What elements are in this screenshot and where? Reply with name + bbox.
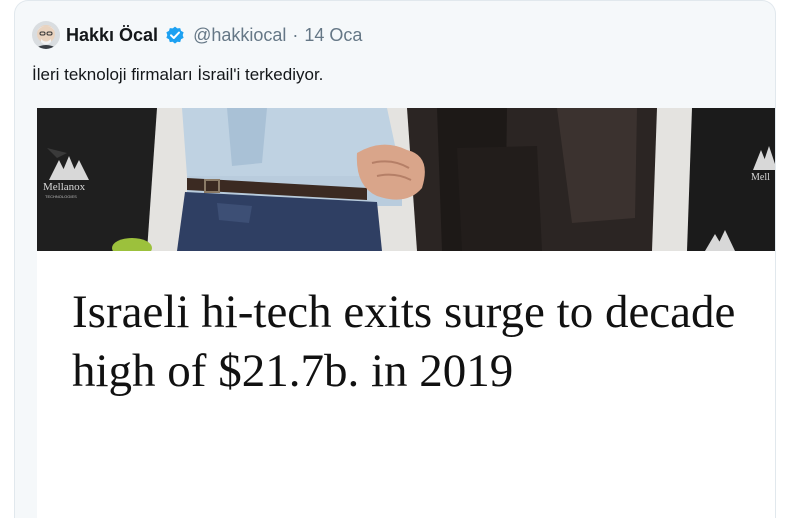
card-image: Mellanox TECHNOLOGIES Mell [37,108,775,251]
tweet-text: İleri teknoloji firmaları İsrail'i terke… [32,65,324,84]
tweet-header: Hakkı Öcal @hakkiocal · 14 Oca [32,21,362,49]
avatar[interactable] [32,21,60,49]
author-display-name[interactable]: Hakkı Öcal [66,25,158,46]
meta-separator: · [292,24,299,45]
tweet-container[interactable]: Hakkı Öcal @hakkiocal · 14 Oca İleri tek… [14,0,776,518]
tweet-timestamp[interactable]: 14 Oca [304,25,362,46]
author-handle[interactable]: @hakkiocal [193,25,286,46]
banner-left-logo-text: Mellanox [43,181,86,193]
verified-badge-icon [165,25,185,45]
banner-right-logo-text: Mell [751,172,770,183]
card-title[interactable]: Israeli hi-tech exits surge to decade hi… [72,283,762,401]
banner-left-logo-subtext: TECHNOLOGIES [45,194,77,199]
link-card[interactable]: Mellanox TECHNOLOGIES Mell Israeli hi-te… [37,108,775,518]
